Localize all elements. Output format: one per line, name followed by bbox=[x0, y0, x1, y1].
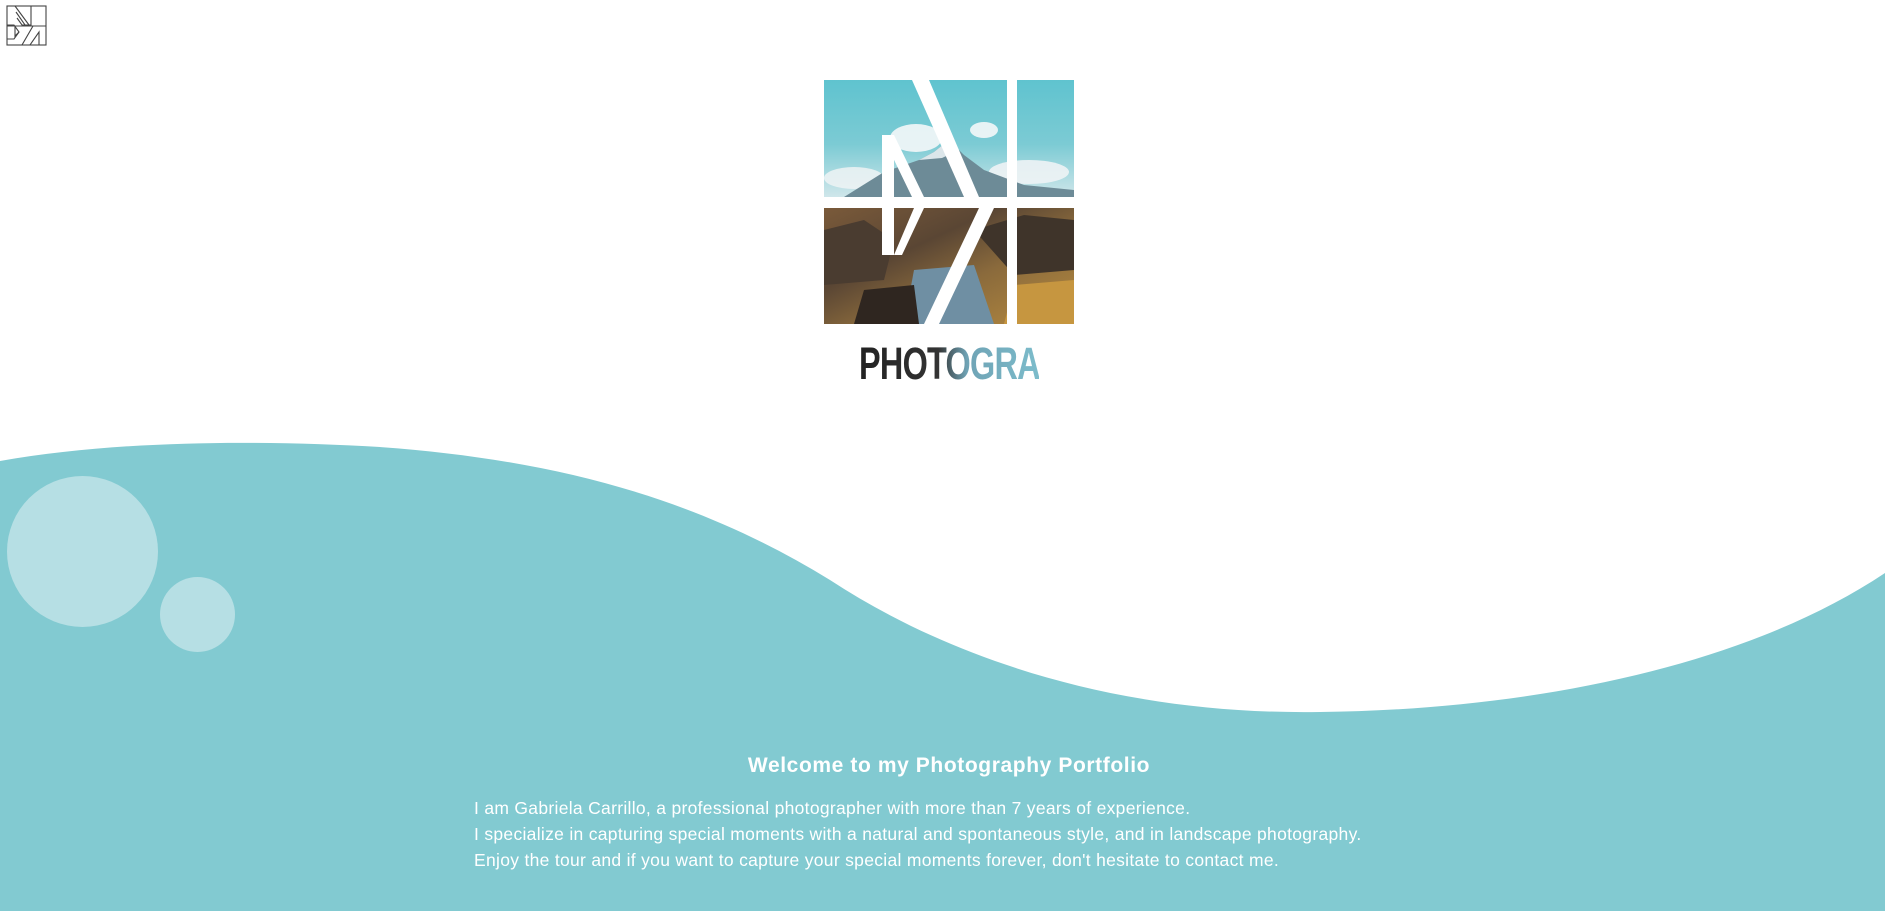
welcome-section: Welcome to my Photography Portfolio I am… bbox=[474, 752, 1424, 876]
brand-monogram-icon[interactable] bbox=[6, 5, 47, 46]
intro-line: I am Gabriela Carrillo, a professional p… bbox=[474, 798, 1191, 818]
welcome-title: Welcome to my Photography Portfolio bbox=[747, 754, 1151, 777]
intro-line: Enjoy the tour and if you want to captur… bbox=[474, 850, 1280, 870]
photo-logo-icon bbox=[824, 80, 1074, 324]
decor-bubble-large bbox=[7, 476, 158, 627]
logo-wordmark: PHOTOGRAPHY bbox=[859, 338, 1105, 389]
intro-line: I specialize in capturing special moment… bbox=[474, 824, 1362, 844]
decor-bubble-small bbox=[160, 577, 235, 652]
